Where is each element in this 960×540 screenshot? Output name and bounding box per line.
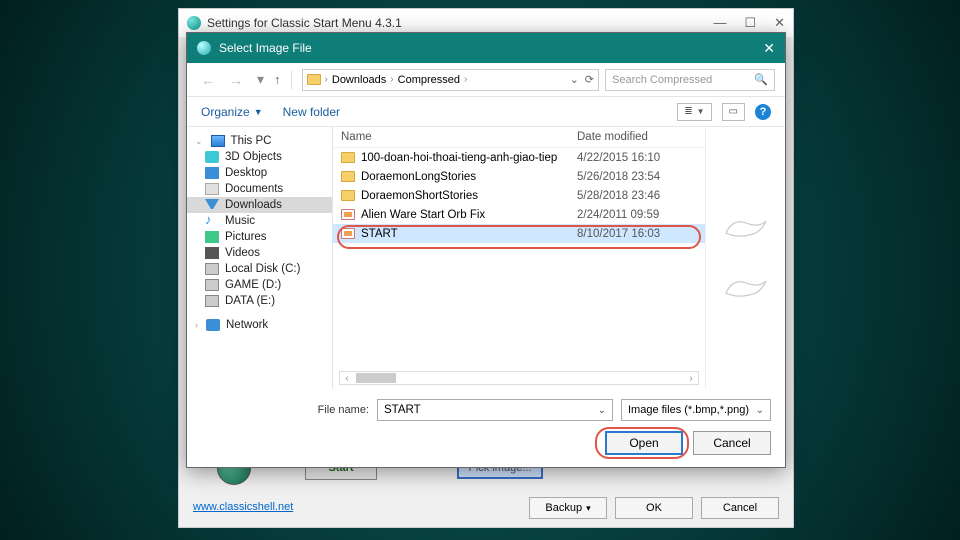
preview-thumbnail: [721, 213, 771, 243]
refresh-icon[interactable]: ⟳: [585, 73, 594, 86]
dialog-footer: File name: START⌄ Image files (*.bmp,*.p…: [187, 389, 785, 467]
filename-input[interactable]: START⌄: [377, 399, 613, 421]
nav-recent-icon[interactable]: ▾: [253, 71, 268, 88]
tree-videos[interactable]: Videos: [187, 245, 332, 261]
file-date: 8/10/2017 16:03: [577, 228, 697, 240]
folder-tree[interactable]: ⌄This PC 3D Objects Desktop Documents Do…: [187, 127, 333, 389]
folder-icon: [341, 152, 355, 163]
scroll-thumb[interactable]: [356, 373, 396, 383]
tree-music[interactable]: ♪Music: [187, 213, 332, 229]
file-row[interactable]: 100-doan-hoi-thoai-tieng-anh-giao-tiep4/…: [333, 148, 705, 167]
preview-thumbnail: [721, 273, 771, 303]
file-date: 5/26/2018 23:54: [577, 171, 697, 183]
dialog-toolbar: Organize▼ New folder ≣ ▼ ▭ ?: [187, 97, 785, 127]
scroll-right-icon[interactable]: ›: [684, 373, 698, 384]
tree-this-pc[interactable]: ⌄This PC: [187, 133, 332, 149]
close-icon[interactable]: ✕: [774, 15, 785, 31]
column-headers[interactable]: Name Date modified: [333, 127, 705, 148]
tree-downloads[interactable]: Downloads: [187, 197, 332, 213]
tree-pictures[interactable]: Pictures: [187, 229, 332, 245]
preview-pane: [705, 127, 785, 389]
website-link[interactable]: www.classicshell.net: [193, 501, 293, 513]
nav-forward-icon[interactable]: →: [225, 72, 247, 88]
image-file-icon: [341, 209, 355, 220]
file-date: 5/28/2018 23:46: [577, 190, 697, 202]
dialog-title: Select Image File: [219, 41, 312, 55]
backup-button[interactable]: Backup: [529, 497, 607, 519]
new-folder-button[interactable]: New folder: [283, 105, 340, 119]
image-file-icon: [341, 228, 355, 239]
file-date: 2/24/2011 09:59: [577, 209, 697, 221]
help-icon[interactable]: ?: [755, 104, 771, 120]
tree-local-disk-c[interactable]: Local Disk (C:): [187, 261, 332, 277]
organize-menu[interactable]: Organize▼: [201, 105, 263, 119]
tree-documents[interactable]: Documents: [187, 181, 332, 197]
tree-data-e[interactable]: DATA (E:): [187, 293, 332, 309]
scroll-left-icon[interactable]: ‹: [340, 373, 354, 384]
file-row[interactable]: Alien Ware Start Orb Fix2/24/2011 09:59: [333, 205, 705, 224]
app-icon: [187, 16, 201, 30]
search-input[interactable]: Search Compressed 🔍: [605, 69, 775, 91]
settings-title: Settings for Classic Start Menu 4.3.1: [207, 16, 402, 30]
chevron-down-icon[interactable]: ⌄: [598, 405, 606, 416]
file-list[interactable]: Name Date modified 100-doan-hoi-thoai-ti…: [333, 127, 705, 389]
filetype-filter[interactable]: Image files (*.bmp,*.png)⌄: [621, 399, 771, 421]
nav-back-icon[interactable]: ←: [197, 72, 219, 88]
breadcrumb-segment[interactable]: Downloads: [332, 74, 386, 86]
search-icon: 🔍: [754, 73, 768, 86]
file-row[interactable]: START8/10/2017 16:03: [333, 224, 705, 243]
tree-game-d[interactable]: GAME (D:): [187, 277, 332, 293]
file-row[interactable]: DoraemonLongStories5/26/2018 23:54: [333, 167, 705, 186]
horizontal-scrollbar[interactable]: ‹ ›: [339, 371, 699, 385]
file-name: DoraemonLongStories: [361, 171, 577, 183]
minimize-icon[interactable]: —: [713, 15, 726, 31]
dialog-close-icon[interactable]: ✕: [763, 40, 775, 57]
file-name: 100-doan-hoi-thoai-tieng-anh-giao-tiep: [361, 152, 577, 164]
breadcrumb-segment[interactable]: Compressed: [398, 74, 460, 86]
dialog-icon: [197, 41, 211, 55]
nav-up-icon[interactable]: ↑: [274, 72, 281, 87]
breadcrumb[interactable]: › Downloads › Compressed › ⌄⟳: [302, 69, 599, 91]
column-name[interactable]: Name: [341, 131, 577, 143]
chevron-down-icon[interactable]: ⌄: [756, 405, 764, 416]
breadcrumb-dropdown-icon[interactable]: ⌄: [570, 73, 579, 86]
file-name: Alien Ware Start Orb Fix: [361, 209, 577, 221]
folder-icon: [341, 190, 355, 201]
navigation-bar: ← → ▾ ↑ › Downloads › Compressed › ⌄⟳ Se…: [187, 63, 785, 97]
folder-icon: [341, 171, 355, 182]
file-name: DoraemonShortStories: [361, 190, 577, 202]
folder-icon: [307, 74, 321, 85]
view-mode-button[interactable]: ≣ ▼: [677, 103, 711, 121]
preview-pane-button[interactable]: ▭: [722, 103, 745, 121]
filename-label: File name:: [201, 404, 369, 416]
file-open-dialog: Select Image File ✕ ← → ▾ ↑ › Downloads …: [186, 32, 786, 468]
maximize-icon[interactable]: ☐: [744, 15, 756, 31]
file-row[interactable]: DoraemonShortStories5/28/2018 23:46: [333, 186, 705, 205]
file-date: 4/22/2015 16:10: [577, 152, 697, 164]
open-button[interactable]: Open: [605, 431, 683, 455]
file-name: START: [361, 228, 577, 240]
cancel-button[interactable]: Cancel: [693, 431, 771, 455]
tree-network[interactable]: ›Network: [187, 317, 332, 333]
tree-desktop[interactable]: Desktop: [187, 165, 332, 181]
cancel-button[interactable]: Cancel: [701, 497, 779, 519]
tree-3d-objects[interactable]: 3D Objects: [187, 149, 332, 165]
ok-button[interactable]: OK: [615, 497, 693, 519]
column-date[interactable]: Date modified: [577, 131, 697, 143]
dialog-titlebar: Select Image File ✕: [187, 33, 785, 63]
